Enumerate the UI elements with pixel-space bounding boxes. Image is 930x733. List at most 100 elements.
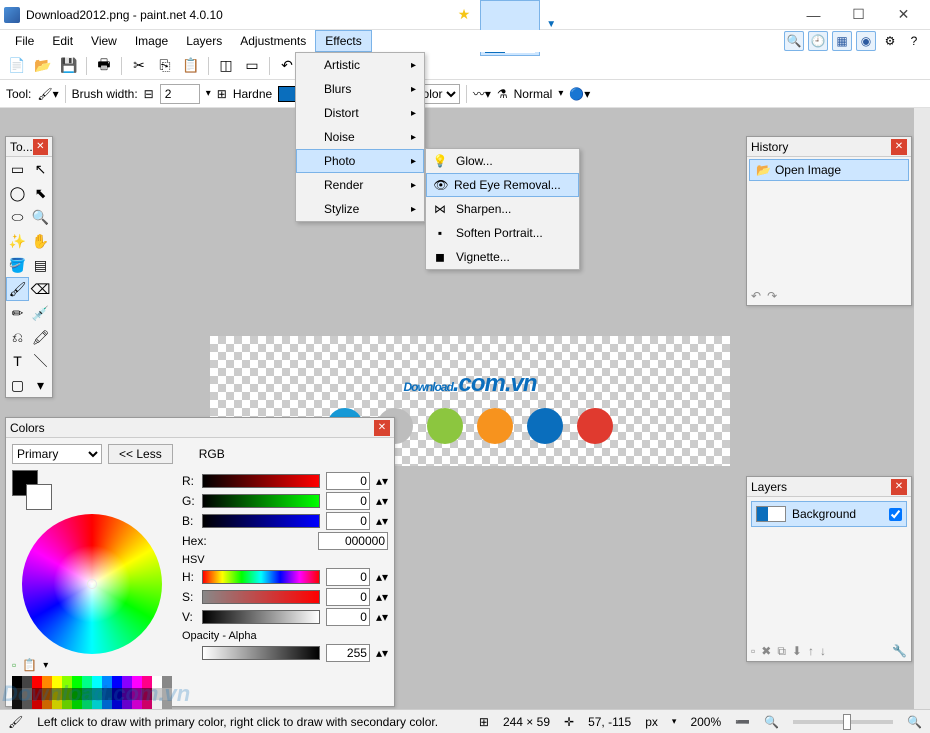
b-slider[interactable] [202,514,320,528]
tool-window-icon[interactable]: 🔍 [784,31,804,51]
g-slider[interactable] [202,494,320,508]
effects-blurs[interactable]: Blurs▸ [296,77,424,101]
color-swatches[interactable] [12,470,52,510]
photo-sharpen[interactable]: ⋈Sharpen... [426,197,579,221]
zoom-slider[interactable] [793,720,893,724]
crop-icon[interactable]: ◫ [215,55,237,77]
color-wheel[interactable] [22,514,162,654]
b-stepper-icon[interactable]: ▴▾ [376,514,388,528]
g-input[interactable] [326,492,370,510]
minimize-button[interactable]: — [791,0,836,30]
close-button[interactable]: ✕ [881,0,926,30]
tool-text[interactable]: T [6,349,29,373]
vertical-scrollbar[interactable] [914,108,930,709]
hex-input[interactable] [318,532,388,550]
r-stepper-icon[interactable]: ▴▾ [376,474,388,488]
menu-file[interactable]: File [6,31,43,51]
blend-mode[interactable]: Normal [514,87,553,101]
g-stepper-icon[interactable]: ▴▾ [376,494,388,508]
colors-close-icon[interactable]: ✕ [374,420,390,436]
opacity-slider[interactable] [202,646,320,660]
layer-visible-checkbox[interactable] [889,508,902,521]
history-item[interactable]: 📂Open Image [749,159,909,181]
r-input[interactable] [326,472,370,490]
print-icon[interactable]: 🖶 [93,55,115,77]
deselect-icon[interactable]: ▭ [241,55,263,77]
status-unit[interactable]: px [645,715,658,729]
paste-icon[interactable]: 📋 [180,55,202,77]
layer-merge-icon[interactable]: ⬇ [792,644,802,659]
tool-rect-select[interactable]: ▭ [6,157,29,181]
layer-up-icon[interactable]: ↑ [808,644,814,659]
brush-increase-icon[interactable]: ⊞ [217,87,227,101]
layer-props-icon[interactable]: 🔧 [892,644,907,659]
menu-effects[interactable]: Effects [315,30,371,52]
tool-pan[interactable]: ✋ [29,229,52,253]
blend-dropdown-icon[interactable]: ▾ [558,88,563,99]
r-slider[interactable] [202,474,320,488]
v-input[interactable] [326,608,370,626]
photo-soften[interactable]: ▪Soften Portrait... [426,221,579,245]
colors-less-button[interactable]: << Less [108,444,173,464]
sphere-icon[interactable]: 🔵▾ [569,87,590,101]
brush-width-input[interactable] [160,84,200,104]
tool-eraser[interactable]: ⌫ [29,277,52,301]
save-icon[interactable]: 💾 [58,55,80,77]
tool-recolor[interactable]: 🖍 [29,325,52,349]
tool-ellipse-select[interactable]: ⬭ [6,205,29,229]
photo-glow[interactable]: 💡Glow... [426,149,579,173]
tool-brush-icon[interactable]: 🖌▾ [37,87,58,101]
effects-artistic[interactable]: Artistic▸ [296,53,424,77]
unit-dropdown-icon[interactable]: ▾ [672,716,677,727]
tool-paintbrush[interactable]: 🖌 [6,277,29,301]
opacity-stepper-icon[interactable]: ▴▾ [376,646,388,660]
v-slider[interactable] [202,610,320,624]
history-redo-icon[interactable]: ↷ [767,289,777,303]
tool-line[interactable]: ＼ [29,349,52,373]
colors-window-icon[interactable]: ◉ [856,31,876,51]
settings-icon[interactable]: ⚙ [880,31,900,51]
brush-decrease-icon[interactable]: ⊟ [144,87,154,101]
brush-dropdown-icon[interactable]: ▾ [206,88,211,99]
layers-close-icon[interactable]: ✕ [891,479,907,495]
zoom-out-icon[interactable]: ➖ [735,715,750,729]
open-file-icon[interactable]: 📂 [32,55,54,77]
history-window-icon[interactable]: 🕘 [808,31,828,51]
h-slider[interactable] [202,570,320,584]
thumbnail-toggle-icon[interactable]: ▼ [546,19,556,30]
opacity-input[interactable] [326,644,370,662]
new-file-icon[interactable]: 📄 [6,55,28,77]
flask-icon[interactable]: ⚗ [497,87,508,101]
h-stepper-icon[interactable]: ▴▾ [376,570,388,584]
menu-adjustments[interactable]: Adjustments [231,31,315,51]
tool-zoom[interactable]: 🔍 [29,205,52,229]
zoom-in-icon[interactable]: 🔍 [764,715,779,729]
s-input[interactable] [326,588,370,606]
effects-render[interactable]: Render▸ [296,173,424,197]
palette-swatches[interactable] [12,676,172,712]
tools-close-icon[interactable]: ✕ [33,139,48,155]
layers-window-icon[interactable]: ▦ [832,31,852,51]
b-input[interactable] [326,512,370,530]
cut-icon[interactable]: ✂ [128,55,150,77]
s-stepper-icon[interactable]: ▴▾ [376,590,388,604]
menu-view[interactable]: View [82,31,126,51]
palette-add-icon[interactable]: ▫ [12,658,16,672]
menu-layers[interactable]: Layers [177,31,231,51]
effects-distort[interactable]: Distort▸ [296,101,424,125]
maximize-button[interactable]: ☐ [836,0,881,30]
tool-move-selection[interactable]: ⬉ [29,181,52,205]
s-slider[interactable] [202,590,320,604]
tool-gradient[interactable]: ▤ [29,253,52,277]
copy-icon[interactable]: ⎘ [154,55,176,77]
palette-dropdown-icon[interactable]: ▾ [43,660,48,671]
layer-delete-icon[interactable]: ✖ [761,644,771,659]
effects-stylize[interactable]: Stylize▸ [296,197,424,221]
tool-rect[interactable]: ▢ [6,373,29,397]
tool-shapes[interactable]: ▾ [29,373,52,397]
menu-edit[interactable]: Edit [43,31,82,51]
tool-lasso[interactable]: ◯ [6,181,29,205]
effects-noise[interactable]: Noise▸ [296,125,424,149]
star-icon[interactable]: ★ [458,6,471,23]
layer-add-icon[interactable]: ▫ [751,644,755,659]
